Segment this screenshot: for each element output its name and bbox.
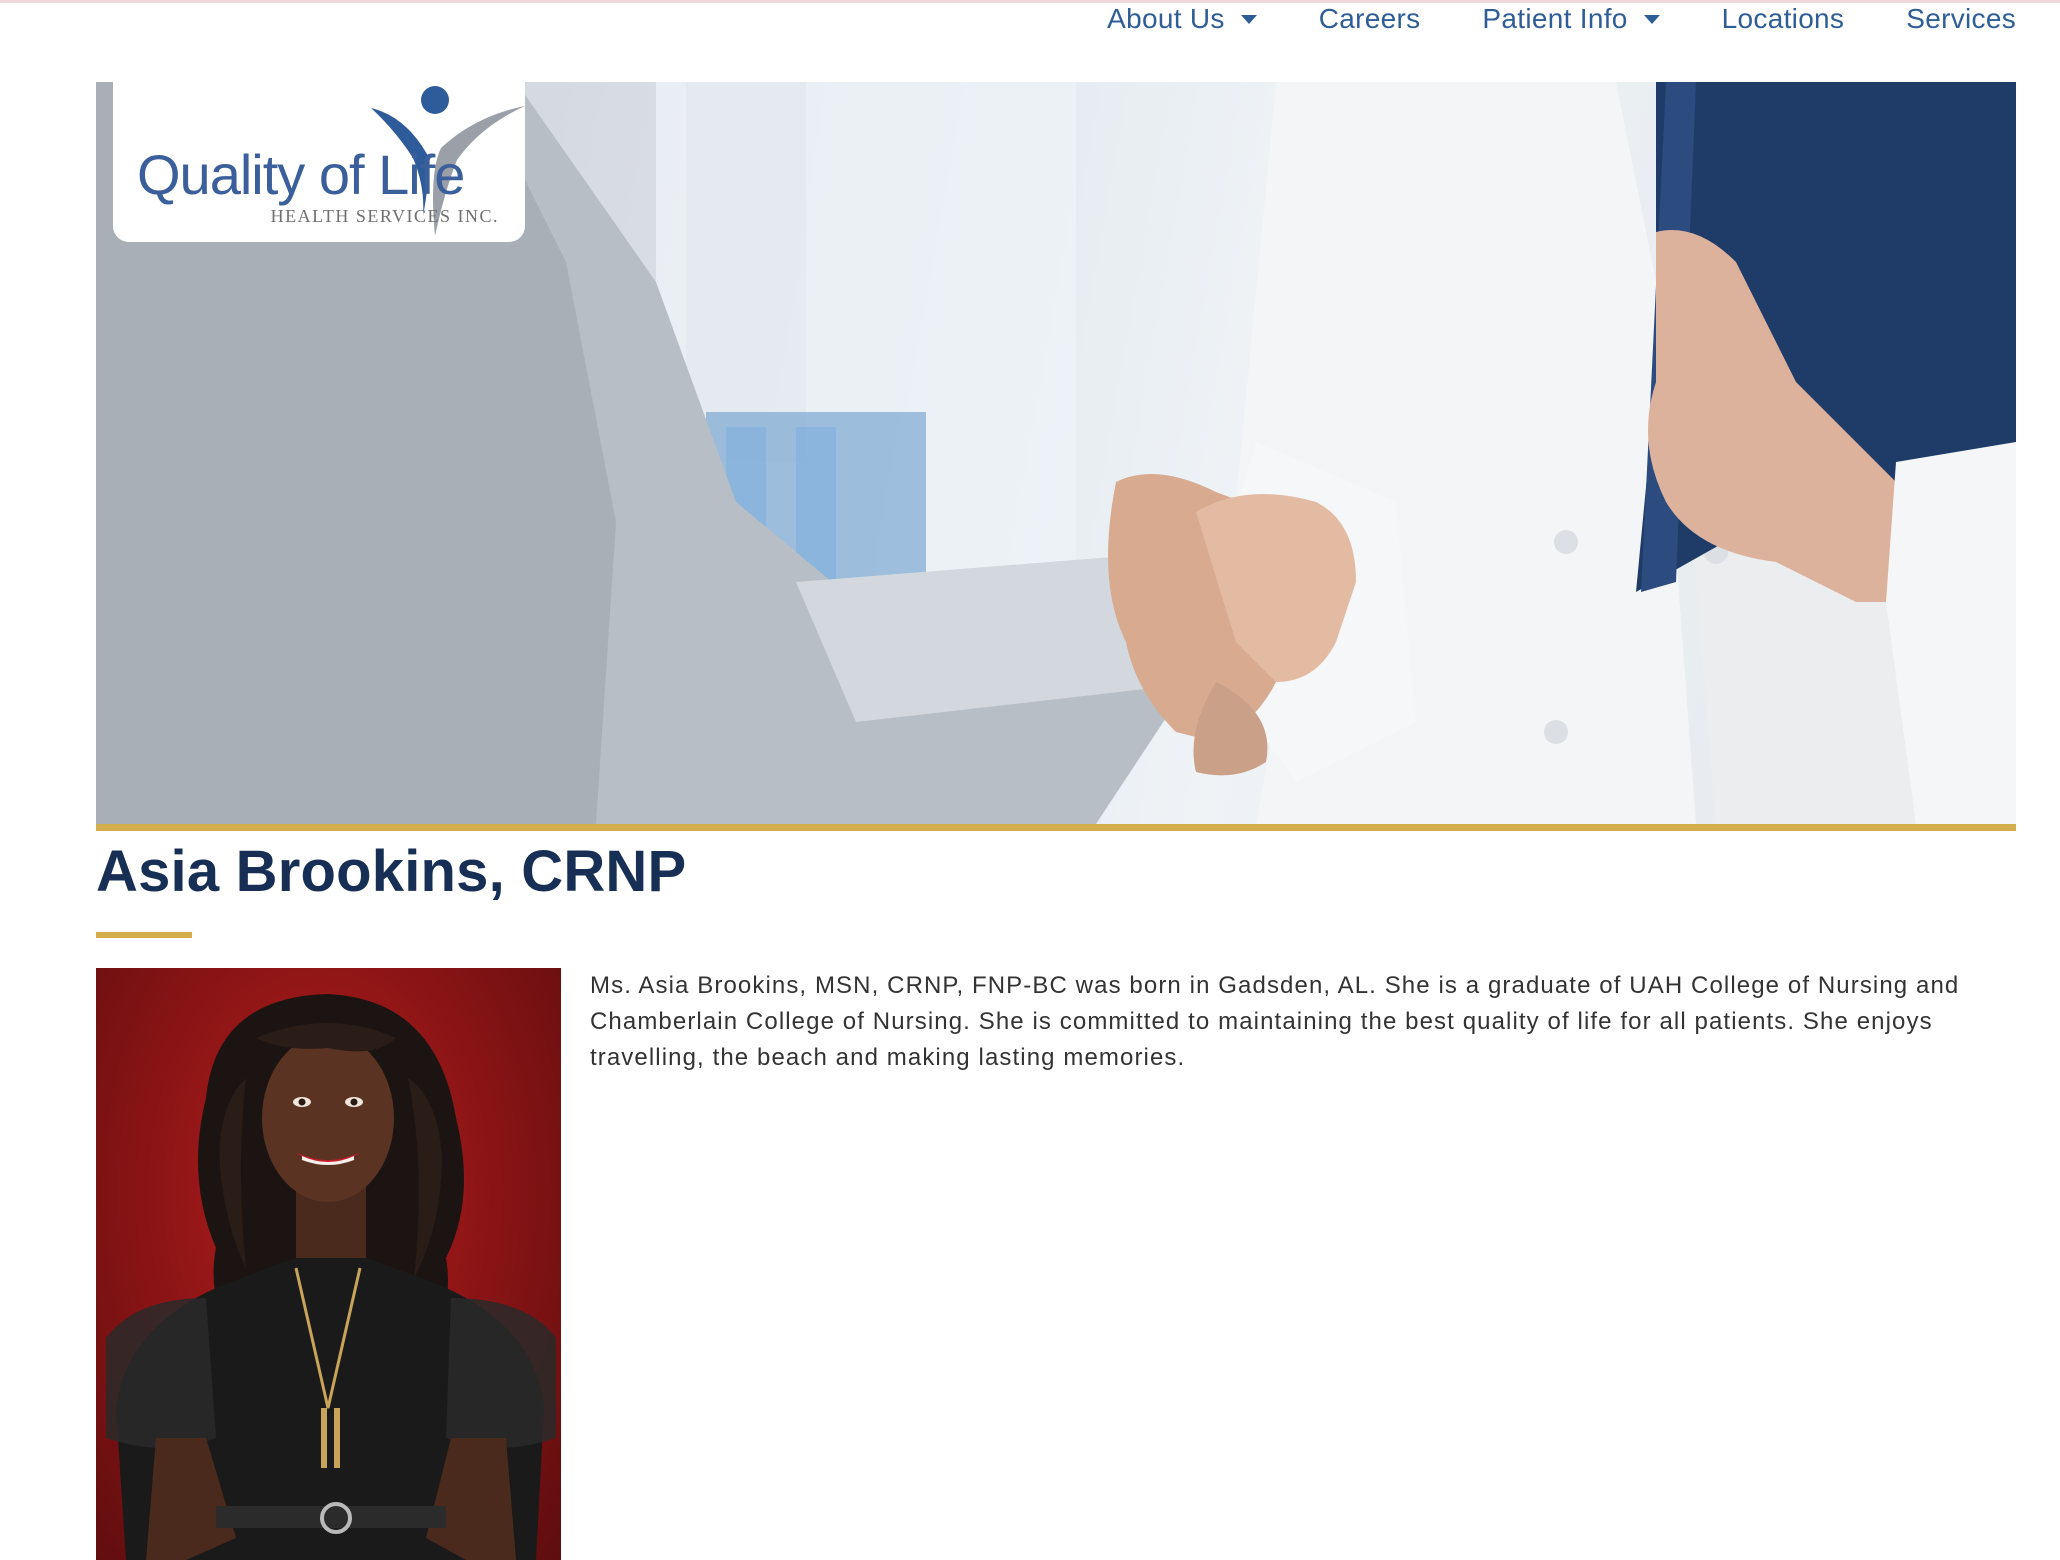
bio-text: Ms. Asia Brookins, MSN, CRNP, FNP-BC was… (590, 972, 1960, 1071)
nav-item-about-us[interactable]: About Us (1107, 3, 1257, 35)
chevron-down-icon (1643, 14, 1660, 24)
chevron-down-icon (1240, 14, 1257, 24)
main-nav: About Us Careers Patient Info Locations … (1107, 2, 2016, 36)
nav-item-label: Services (1906, 3, 2016, 34)
nav-item-locations[interactable]: Locations (1722, 3, 1845, 35)
site-logo[interactable]: Quality of Life HEALTH SERVICES INC. (113, 72, 525, 242)
hero-accent-bar (96, 824, 2016, 831)
logo-subtitle: HEALTH SERVICES INC. (270, 206, 499, 226)
page-title: Asia Brookins, CRNP (96, 839, 687, 904)
nav-item-patient-info[interactable]: Patient Info (1482, 3, 1660, 35)
portrait-illustration (106, 994, 556, 1560)
logo-wordmark: Quality of Life (137, 143, 465, 206)
nav-item-label: Patient Info (1482, 3, 1628, 34)
nav-item-careers[interactable]: Careers (1319, 3, 1421, 35)
nav-item-label: Locations (1721, 3, 1845, 34)
nav-item-label: About Us (1107, 3, 1225, 34)
title-underline (96, 932, 192, 938)
portrait-photo (96, 968, 561, 1560)
nav-item-services[interactable]: Services (1906, 3, 2016, 35)
nav-item-label: Careers (1318, 3, 1421, 34)
